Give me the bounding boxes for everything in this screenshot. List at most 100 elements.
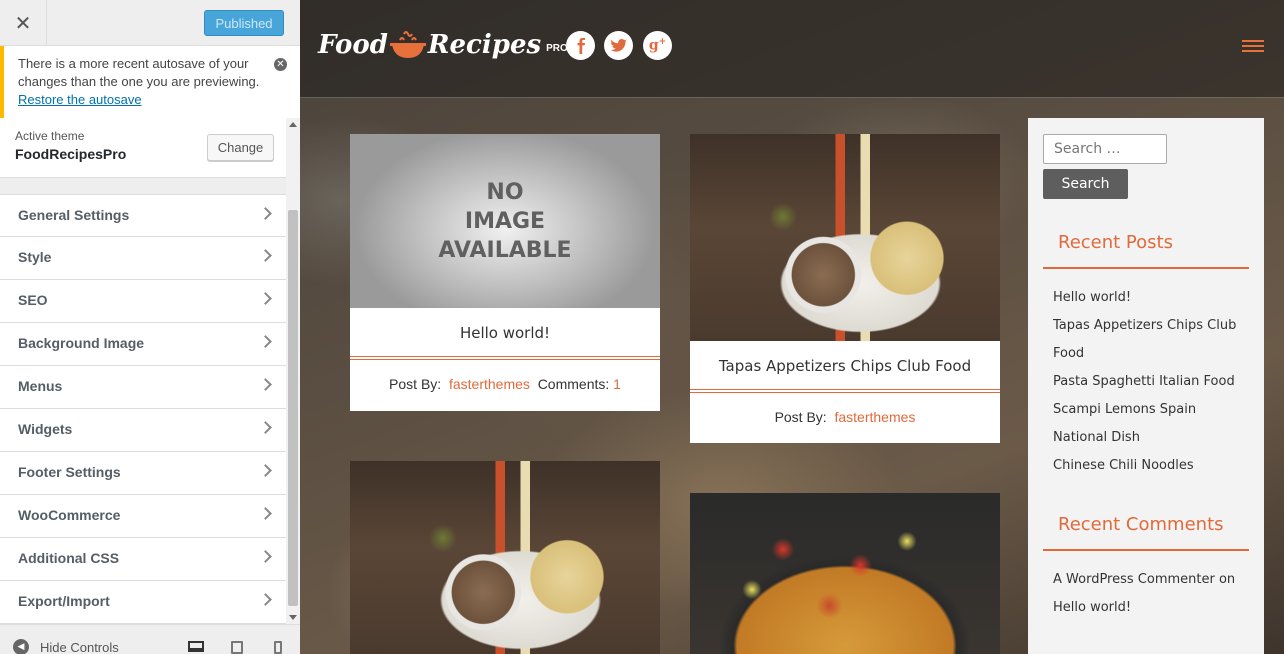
menu-hamburger-icon[interactable]	[1242, 40, 1264, 54]
recent-post-link[interactable]: Scampi Lemons Spain	[1053, 396, 1253, 424]
recent-posts-list: Hello world! Tapas Appetizers Chips Club…	[1053, 284, 1253, 480]
site-header: Food Recipes PRO g+	[300, 0, 1284, 98]
section-style[interactable]: Style	[0, 237, 286, 280]
comment-on-label: on	[1218, 572, 1236, 587]
hide-controls-label: Hide Controls	[40, 639, 119, 654]
autosave-notice-text: There is a more recent autosave of your …	[18, 56, 260, 89]
logo-pro-badge: PRO	[546, 43, 568, 54]
section-label: Additional CSS	[18, 550, 120, 566]
scroll-down-arrow-icon[interactable]	[289, 615, 297, 620]
section-additional-css[interactable]: Additional CSS	[0, 538, 286, 581]
section-export-import[interactable]: Export/Import	[0, 581, 286, 624]
comment-post-link[interactable]: Hello world!	[1053, 594, 1253, 622]
post-card-tapas-2	[350, 461, 660, 654]
post-card-tapas: Tapas Appetizers Chips Club Food Post By…	[690, 134, 1000, 443]
comments-count-link[interactable]: 1	[613, 376, 621, 392]
site-sidebar: Search Recent Posts Hello world! Tapas A…	[1028, 118, 1264, 654]
section-seo[interactable]: SEO	[0, 280, 286, 323]
customizer-scrollbar[interactable]	[286, 118, 300, 624]
post-card-paella	[690, 493, 1000, 654]
chevron-right-icon	[259, 335, 272, 348]
search-button[interactable]: Search	[1043, 169, 1128, 199]
site-logo[interactable]: Food Recipes PRO	[318, 30, 568, 60]
facebook-icon[interactable]	[566, 31, 595, 60]
chevron-right-icon	[259, 421, 272, 434]
restore-autosave-link[interactable]: Restore the autosave	[18, 92, 142, 107]
active-theme-name: FoodRecipesPro	[15, 146, 127, 162]
change-theme-button[interactable]: Change	[207, 134, 274, 161]
chevron-right-icon	[259, 550, 272, 563]
post-by-label: Post By:	[389, 376, 442, 392]
recent-post-link[interactable]: Tapas Appetizers Chips Club Food	[1053, 312, 1253, 368]
recent-comments-title: Recent Comments	[1058, 514, 1224, 535]
section-widgets[interactable]: Widgets	[0, 409, 286, 452]
section-footer-settings[interactable]: Footer Settings	[0, 452, 286, 495]
customizer-footer: ◀ Hide Controls	[0, 624, 300, 654]
section-woocommerce[interactable]: WooCommerce	[0, 495, 286, 538]
customizer-header: ✕ Published	[0, 0, 300, 46]
customizer-panel: Active theme FoodRecipesPro Change Gener…	[0, 118, 286, 624]
search-input[interactable]	[1043, 134, 1167, 164]
no-image-placeholder[interactable]: NO IMAGE AVAILABLE	[350, 134, 660, 308]
recent-post-link[interactable]: Pasta Spaghetti Italian Food	[1053, 368, 1253, 396]
section-menus[interactable]: Menus	[0, 366, 286, 409]
chevron-right-icon	[259, 593, 272, 606]
cooking-pot-icon	[389, 31, 426, 58]
publish-button[interactable]: Published	[204, 10, 284, 36]
comment-author[interactable]: A WordPress Commenter	[1053, 572, 1215, 587]
post-meta: Post By: fasterthemes	[690, 393, 1000, 425]
chevron-right-icon	[259, 207, 272, 220]
no-image-text: NO IMAGE AVAILABLE	[438, 179, 572, 263]
comments-label: Comments:	[537, 376, 610, 392]
logo-word-recipes: Recipes	[427, 30, 542, 60]
twitter-icon[interactable]	[604, 31, 633, 60]
widget-divider	[1043, 549, 1249, 551]
scrollbar-thumb[interactable]	[288, 210, 298, 606]
post-thumbnail[interactable]	[690, 493, 1000, 654]
post-title-link[interactable]: Hello world!	[350, 308, 660, 356]
chevron-right-icon	[259, 292, 272, 305]
section-label: Footer Settings	[18, 464, 121, 480]
hide-controls-button[interactable]: ◀ Hide Controls	[13, 639, 119, 654]
recent-comment: A WordPress Commenter on	[1053, 566, 1253, 594]
customizer-sidebar: ✕ Published There is a more recent autos…	[0, 0, 300, 654]
recent-post-link[interactable]: National Dish	[1053, 424, 1253, 452]
mobile-preview-icon[interactable]	[274, 641, 282, 654]
section-background-image[interactable]: Background Image	[0, 323, 286, 366]
customizer-sections: General Settings Style SEO Background Image…	[0, 194, 286, 624]
post-thumbnail-tapas[interactable]	[690, 134, 1000, 341]
widget-divider	[1043, 267, 1249, 269]
scroll-up-arrow-icon[interactable]	[289, 122, 297, 127]
chevron-right-icon	[259, 464, 272, 477]
collapse-arrow-icon: ◀	[13, 639, 29, 654]
post-author-link[interactable]: fasterthemes	[834, 409, 915, 425]
section-general-settings[interactable]: General Settings	[0, 194, 286, 237]
post-thumbnail[interactable]	[350, 461, 660, 654]
chevron-right-icon	[259, 378, 272, 391]
post-meta: Post By: fasterthemes Comments: 1	[350, 360, 660, 392]
recent-comments-list: A WordPress Commenter on Hello world!	[1053, 566, 1253, 622]
close-icon[interactable]: ✕	[0, 0, 47, 46]
tablet-preview-icon[interactable]	[231, 641, 243, 654]
post-by-label: Post By:	[774, 409, 827, 425]
recent-post-link[interactable]: Hello world!	[1053, 284, 1253, 312]
dismiss-icon[interactable]: ✕	[274, 58, 287, 71]
autosave-notice: There is a more recent autosave of your …	[0, 46, 300, 118]
post-title-link[interactable]: Tapas Appetizers Chips Club Food	[690, 341, 1000, 389]
section-label: SEO	[18, 292, 48, 308]
chevron-right-icon	[259, 249, 272, 262]
post-card-hello-world: NO IMAGE AVAILABLE Hello world! Post By:…	[350, 134, 660, 411]
active-theme-section: Active theme FoodRecipesPro Change	[0, 118, 286, 178]
active-theme-label: Active theme	[15, 129, 85, 143]
section-label: Menus	[18, 378, 63, 394]
recent-post-link[interactable]: Chinese Chili Noodles	[1053, 452, 1253, 480]
section-label: Style	[18, 249, 52, 265]
desktop-preview-icon[interactable]	[188, 641, 204, 652]
logo-word-food: Food	[318, 30, 388, 60]
section-label: General Settings	[18, 207, 130, 223]
section-label: Export/Import	[18, 593, 110, 609]
google-plus-icon[interactable]: g+	[643, 31, 672, 60]
section-label: Background Image	[18, 335, 145, 351]
recent-posts-title: Recent Posts	[1058, 232, 1173, 253]
post-author-link[interactable]: fasterthemes	[449, 376, 530, 392]
